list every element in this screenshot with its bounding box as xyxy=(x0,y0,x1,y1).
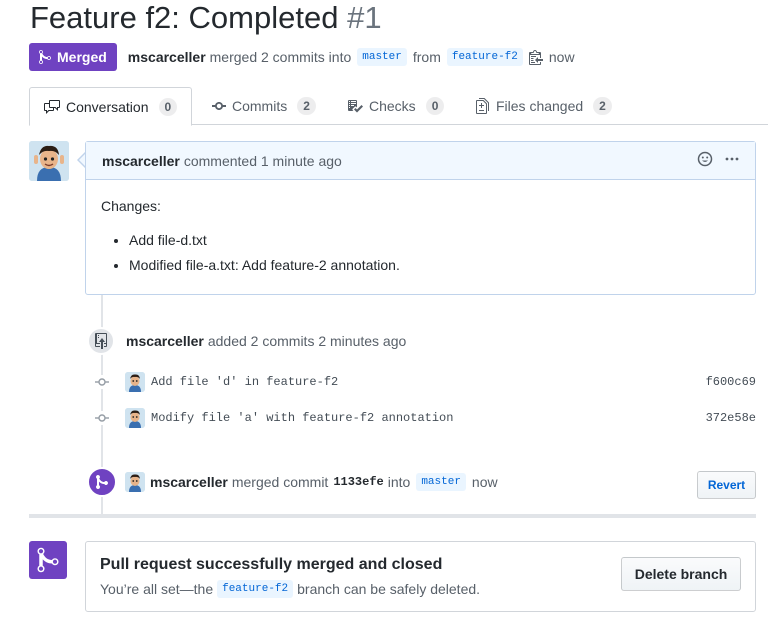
pr-time: now xyxy=(548,49,575,65)
tab-commits[interactable]: Commits 2 xyxy=(212,87,316,125)
comment-action-text: commented 1 minute ago xyxy=(183,152,342,169)
merge-status-subtitle: You’re all set—the feature-f2 branch can… xyxy=(100,580,480,598)
merge-head-branch-ref[interactable]: feature-f2 xyxy=(217,580,294,598)
merge-author-avatar[interactable] xyxy=(125,472,145,492)
merge-sub-after: branch can be safely deleted. xyxy=(297,581,481,597)
merge-event: mscarceller merged commit 1133efe into m… xyxy=(125,472,498,492)
commit-dot xyxy=(95,375,109,389)
repo-push-badge xyxy=(87,327,115,355)
merge-event-action: merged commit xyxy=(231,474,329,490)
merge-commit-sha-link[interactable]: 1133efe xyxy=(333,475,383,489)
commit-dot xyxy=(95,411,109,425)
merged-state-badge: Merged xyxy=(29,43,117,71)
base-branch-ref[interactable]: master xyxy=(357,48,407,66)
pr-meta: Merged mscarceller merged 2 commits into… xyxy=(29,43,575,71)
tab-commits-count: 2 xyxy=(297,97,316,115)
comment-discussion-icon xyxy=(44,99,60,114)
merge-event-into: into xyxy=(387,474,411,490)
tab-conversation-label: Conversation xyxy=(66,98,149,115)
merge-event-time: now xyxy=(471,474,498,490)
comment-body: Changes: Add file-d.txt Modified file-a.… xyxy=(86,180,755,300)
commit-sha-link[interactable]: f600c69 xyxy=(706,375,756,389)
commit-sha-link[interactable]: 372e58e xyxy=(706,411,756,425)
git-commit-icon xyxy=(95,378,109,386)
merged-status-icon-box xyxy=(29,541,67,579)
more-options-icon[interactable] xyxy=(725,151,739,170)
commit-message-link[interactable]: Add file 'd' in feature-f2 xyxy=(151,375,338,389)
merge-event-badge xyxy=(87,467,117,497)
git-merge-icon xyxy=(96,474,108,489)
merge-status-title: Pull request successfully merged and clo… xyxy=(100,556,443,573)
head-branch-ref[interactable]: feature-f2 xyxy=(446,48,523,66)
checklist-icon xyxy=(348,100,363,113)
git-commit-icon xyxy=(95,414,109,422)
comment-actions xyxy=(697,151,739,170)
file-diff-icon xyxy=(476,98,489,114)
delete-branch-button[interactable]: Delete branch xyxy=(621,557,741,591)
commit-author-avatar[interactable] xyxy=(125,408,145,428)
comment-list-item: Add file-d.txt xyxy=(129,232,740,248)
timeline-divider xyxy=(29,514,756,518)
git-merge-icon xyxy=(37,547,59,573)
tab-checks-label: Checks xyxy=(369,98,416,114)
tab-checks-count: 0 xyxy=(425,97,445,115)
tab-checks[interactable]: Checks 0 xyxy=(347,87,445,125)
commit-row: Add file 'd' in feature-f2 f600c69 xyxy=(125,371,756,393)
pr-title: Feature f2: Completed #1 xyxy=(30,0,382,36)
tab-files-changed-label: Files changed xyxy=(496,98,584,114)
commits-added-event: mscarceller added 2 commits 2 minutes ag… xyxy=(126,332,406,350)
revert-button[interactable]: Revert xyxy=(697,471,756,499)
pr-tabs: Conversation 0 Commits 2 Checks 0 Files … xyxy=(29,87,768,126)
comment-list-item: Modified file-a.txt: Add feature-2 annot… xyxy=(129,257,740,273)
pr-merged-text: merged 2 commits into xyxy=(209,49,352,65)
tab-conversation[interactable]: Conversation 0 xyxy=(29,87,193,126)
commit-author-avatar[interactable] xyxy=(125,372,145,392)
comment-box: mscarceller commented 1 minute ago Chang… xyxy=(85,141,756,295)
commit-row: Modify file 'a' with feature-f2 annotati… xyxy=(125,407,756,429)
comment-intro: Changes: xyxy=(101,198,161,214)
git-commit-icon xyxy=(212,102,226,110)
pr-title-text: Feature f2: Completed xyxy=(30,0,339,35)
pr-author-link[interactable]: mscarceller xyxy=(128,49,206,65)
pr-number: #1 xyxy=(347,0,382,35)
tab-files-changed-count: 2 xyxy=(593,97,612,115)
repo-push-icon xyxy=(95,333,107,349)
merge-base-branch-ref[interactable]: master xyxy=(416,473,466,491)
commits-event-author[interactable]: mscarceller xyxy=(126,333,204,349)
copy-branch-icon[interactable] xyxy=(528,49,543,65)
tab-files-changed[interactable]: Files changed 2 xyxy=(476,87,612,125)
git-merge-icon xyxy=(39,49,51,65)
merged-state-label: Merged xyxy=(57,49,107,65)
tab-conversation-count: 0 xyxy=(158,97,178,116)
add-reaction-icon[interactable] xyxy=(697,151,713,170)
merge-sub-before: You’re all set—the xyxy=(100,581,214,597)
commit-message-link[interactable]: Modify file 'a' with feature-f2 annotati… xyxy=(151,411,453,425)
pr-from-text: from xyxy=(412,49,441,65)
comment-change-list: Add file-d.txt Modified file-a.txt: Add … xyxy=(101,232,740,273)
comment-author-link[interactable]: mscarceller xyxy=(102,153,180,169)
tab-commits-label: Commits xyxy=(232,98,288,114)
merge-event-author[interactable]: mscarceller xyxy=(150,474,228,490)
comment-header: mscarceller commented 1 minute ago xyxy=(86,142,755,180)
commits-event-action: added 2 commits 2 minutes ago xyxy=(207,333,407,349)
comment-author-avatar[interactable] xyxy=(29,141,69,181)
